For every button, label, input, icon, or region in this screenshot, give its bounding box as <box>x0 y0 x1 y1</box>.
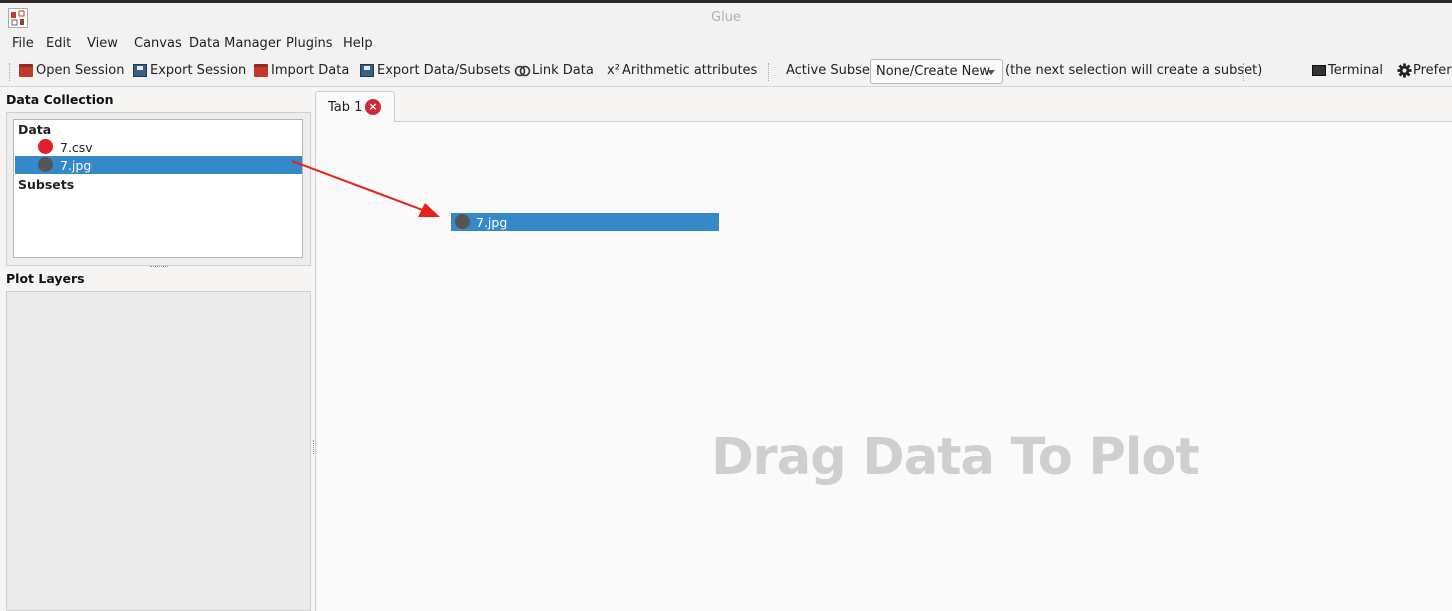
data-color-dot <box>455 214 470 229</box>
arithmetic-attributes-button[interactable]: Arithmetic attributes <box>622 63 757 78</box>
menu-file[interactable]: File <box>12 36 34 51</box>
close-icon[interactable]: × <box>365 99 381 115</box>
plot-layers-panel <box>6 291 311 611</box>
open-session-button[interactable]: Open Session <box>36 63 124 78</box>
arithmetic-icon: x² <box>607 63 620 78</box>
terminal-button[interactable]: Terminal <box>1328 63 1383 78</box>
active-subset-value: None/Create New <box>876 64 990 79</box>
menu-data-manager[interactable]: Data Manager <box>189 36 281 51</box>
active-subset-dropdown[interactable]: None/Create New <box>870 59 1003 84</box>
open-session-icon <box>19 64 33 77</box>
data-group-header[interactable]: Data <box>18 122 51 137</box>
toolbar-grip <box>9 63 10 81</box>
tab-label: Tab 1 <box>328 100 363 115</box>
menu-plugins[interactable]: Plugins <box>286 36 333 51</box>
export-session-button[interactable]: Export Session <box>150 63 246 78</box>
preferences-button[interactable]: Preferences <box>1413 63 1452 78</box>
chevron-down-icon <box>987 70 995 75</box>
import-data-button[interactable]: Import Data <box>271 63 349 78</box>
data-item-7-csv[interactable]: 7.csv <box>15 138 302 156</box>
data-item-label: 7.csv <box>60 140 93 155</box>
menu-canvas[interactable]: Canvas <box>134 36 182 51</box>
active-subset-label: Active Subset: <box>786 63 880 78</box>
splitter-handle[interactable] <box>150 266 168 268</box>
gear-icon <box>1397 63 1412 78</box>
export-data-button[interactable]: Export Data/Subsets <box>377 63 511 78</box>
subset-hint: (the next selection will create a subset… <box>1005 63 1263 78</box>
data-collection-tree[interactable]: Data 7.csv 7.jpg Subsets <box>13 119 303 258</box>
window-title: Glue <box>711 10 741 25</box>
toolbar-separator-2 <box>1243 63 1244 81</box>
data-item-label: 7.jpg <box>60 158 92 173</box>
import-data-icon <box>254 64 268 77</box>
plot-canvas[interactable] <box>315 121 1452 611</box>
data-collection-title: Data Collection <box>6 92 114 107</box>
terminal-icon <box>1312 65 1326 76</box>
toolbar-separator <box>768 63 769 81</box>
menu-bar: File Edit View Canvas Data Manager Plugi… <box>0 32 1452 55</box>
main-toolbar: Open Session Export Session Import Data … <box>0 55 1452 87</box>
dragged-item-label: 7.jpg <box>476 215 508 230</box>
subsets-group-header[interactable]: Subsets <box>18 177 74 192</box>
data-color-dot <box>38 139 53 154</box>
menu-view[interactable]: View <box>87 36 118 51</box>
export-data-icon <box>360 64 374 77</box>
export-session-icon <box>133 64 147 77</box>
data-color-dot <box>38 157 53 172</box>
plot-layers-title: Plot Layers <box>6 271 85 286</box>
dragged-data-item[interactable]: 7.jpg <box>451 213 719 231</box>
tab-1[interactable]: Tab 1 × <box>315 91 395 122</box>
menu-help[interactable]: Help <box>343 36 373 51</box>
link-data-icon <box>514 65 531 77</box>
data-item-7-jpg[interactable]: 7.jpg <box>15 156 302 174</box>
drag-data-placeholder: Drag Data To Plot <box>711 428 1200 487</box>
menu-edit[interactable]: Edit <box>46 36 71 51</box>
link-data-button[interactable]: Link Data <box>532 63 594 78</box>
title-bar: Glue <box>0 3 1452 32</box>
